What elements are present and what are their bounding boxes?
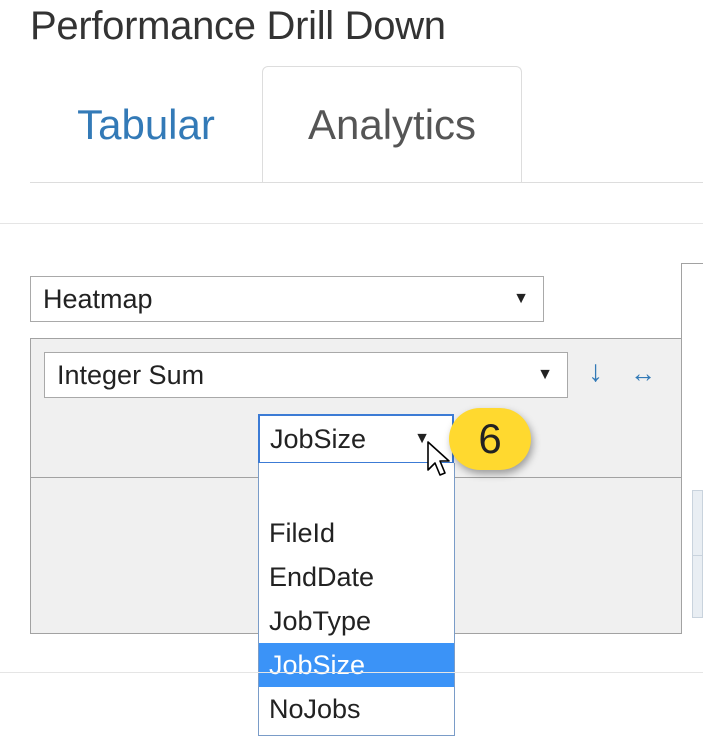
mouse-pointer-icon [427, 441, 450, 476]
pivot-table-fragment [692, 490, 703, 618]
dropdown-option-fileid[interactable]: FileId [259, 511, 454, 555]
pivot-table-fragment-line [692, 555, 703, 556]
renderer-select-value: Heatmap [43, 283, 153, 314]
down-arrow-icon[interactable]: ↓ [588, 355, 603, 389]
chevron-down-icon: ▼ [537, 366, 553, 383]
dropdown-option-jobtype[interactable]: JobType [259, 599, 454, 643]
left-right-arrow-icon[interactable]: ↔ [630, 358, 656, 389]
attribute-dropdown-list: FileId EndDate JobType JobSize NoJobs [258, 463, 455, 736]
pivot-grid-edge [681, 263, 703, 264]
page-title: Performance Drill Down [30, 4, 446, 48]
dropdown-option-jobsize[interactable]: JobSize [259, 643, 454, 687]
tab-tabular[interactable]: Tabular [30, 66, 262, 183]
dropdown-option-nojobs[interactable]: NoJobs [259, 687, 454, 731]
section-divider [0, 223, 703, 224]
attribute-select[interactable]: JobSize ▼ [258, 414, 454, 464]
step-callout-badge: 6 [449, 408, 531, 470]
page: Performance Drill Down Tabular Analytics… [0, 0, 703, 736]
renderer-select[interactable]: Heatmap ▼ [30, 276, 544, 322]
chevron-down-icon: ▼ [513, 290, 529, 307]
tabs-divider [30, 182, 703, 183]
tab-analytics[interactable]: Analytics [262, 66, 522, 183]
attribute-select-value: JobSize [270, 423, 367, 454]
aggregator-select-value: Integer Sum [57, 359, 205, 390]
dropdown-option-enddate[interactable]: EndDate [259, 555, 454, 599]
aggregator-select[interactable]: Integer Sum ▼ [44, 352, 568, 398]
section-divider [0, 672, 703, 673]
